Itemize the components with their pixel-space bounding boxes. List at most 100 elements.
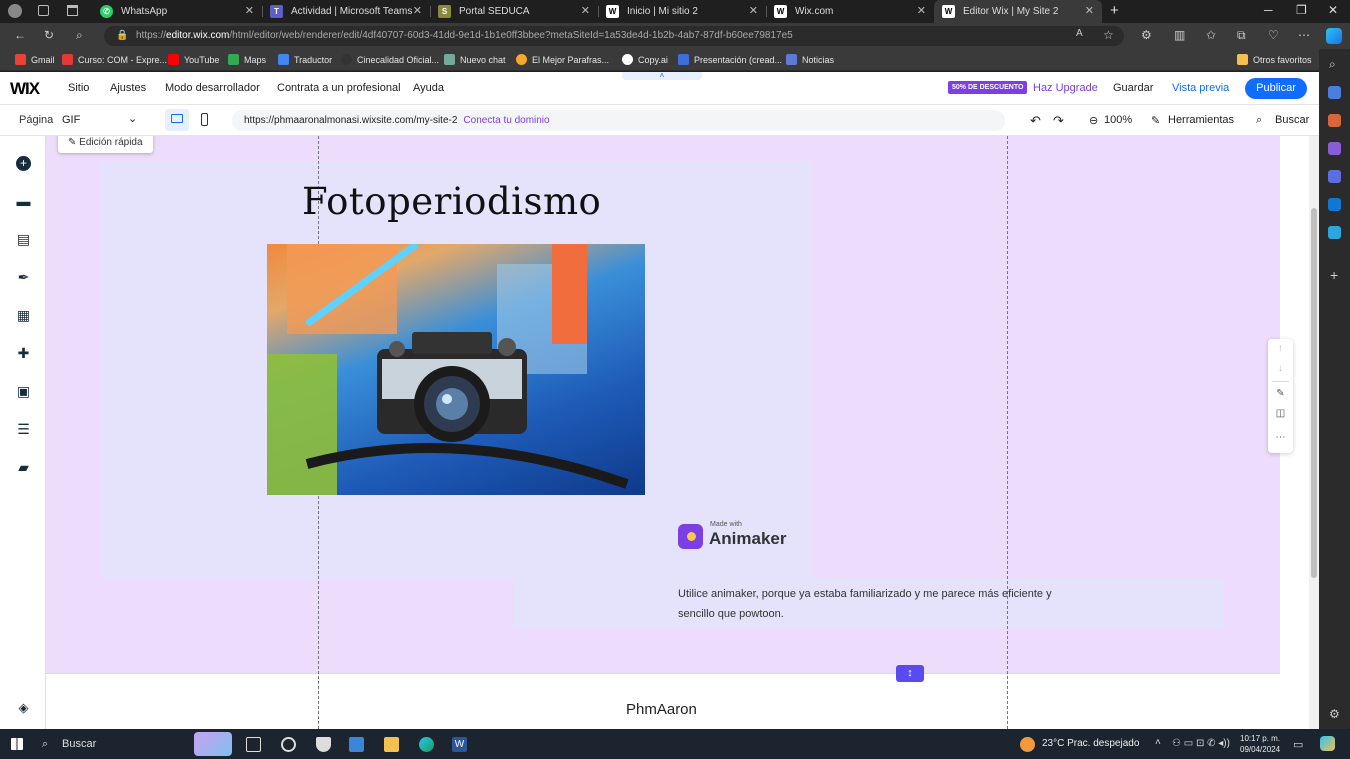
store-icon[interactable] xyxy=(349,737,364,752)
portfolio-icon[interactable]: ▰ xyxy=(16,460,31,475)
sidebar-copilot-icon[interactable] xyxy=(1328,170,1341,183)
layers-icon[interactable]: ◈ xyxy=(16,700,31,715)
page-select[interactable]: GIF xyxy=(62,114,80,126)
wix-logo[interactable]: WIX xyxy=(10,79,40,99)
bookmark-parafraseador[interactable]: El Mejor Parafras... xyxy=(516,54,609,65)
scrollbar-thumb[interactable] xyxy=(1311,208,1317,578)
tab-editor-wix[interactable]: W Editor Wix | My Site 2 ✕ xyxy=(934,0,1102,23)
search-icon[interactable]: ⌕ xyxy=(1256,114,1262,127)
word-icon[interactable]: W xyxy=(452,737,467,752)
restore-icon[interactable]: ❐ xyxy=(1296,3,1307,17)
move-up-icon[interactable]: ↑ xyxy=(1268,343,1293,354)
new-tab-icon[interactable]: + xyxy=(1110,2,1119,19)
preview-button[interactable]: Vista previa xyxy=(1172,82,1229,94)
section-resize-handle[interactable]: ↕ xyxy=(896,665,924,682)
more-options-icon[interactable]: ⋯ xyxy=(1298,28,1310,42)
copilot-taskbar-icon[interactable] xyxy=(1320,736,1335,751)
sidebar-shopping-icon[interactable] xyxy=(1328,86,1341,99)
windows-start-icon[interactable] xyxy=(11,738,23,750)
chevron-down-icon[interactable]: ⌄ xyxy=(128,112,137,125)
apps-icon[interactable]: ▦ xyxy=(16,308,31,323)
sidebar-add-icon[interactable]: + xyxy=(1330,267,1338,283)
upgrade-link[interactable]: Haz Upgrade xyxy=(1033,82,1098,94)
bookmark-maps[interactable]: Maps xyxy=(228,54,266,65)
sidebar-outlook-icon[interactable] xyxy=(1328,198,1341,211)
window-close-icon[interactable]: ✕ xyxy=(1328,3,1338,17)
save-button[interactable]: Guardar xyxy=(1113,82,1153,94)
camera-photo[interactable] xyxy=(267,244,645,495)
bookmark-noticias[interactable]: Noticias xyxy=(786,54,834,65)
tray-chevron-icon[interactable]: ˄ xyxy=(1155,737,1161,748)
description-text[interactable]: Utilice animaker, porque ya estaba famil… xyxy=(678,584,1078,624)
publish-button[interactable]: Publicar xyxy=(1245,78,1307,99)
taskbar-clock[interactable]: 10:17 p. m. 09/04/2024 xyxy=(1240,733,1280,755)
menu-sitio[interactable]: Sitio xyxy=(68,82,89,94)
workspaces-icon[interactable] xyxy=(38,5,49,16)
move-down-icon[interactable]: ↓ xyxy=(1268,363,1293,374)
tools-icon[interactable]: ✎ xyxy=(1151,114,1160,127)
edit-pencil-icon[interactable]: ✎ xyxy=(1268,388,1293,399)
tab-actions-icon[interactable] xyxy=(67,5,78,16)
sidebar-games-icon[interactable] xyxy=(1328,142,1341,155)
bookmark-gmail[interactable]: Gmail xyxy=(15,54,55,65)
page-title[interactable]: Fotoperiodismo xyxy=(302,180,601,223)
minimize-icon[interactable]: ─ xyxy=(1264,3,1273,17)
tab-whatsapp[interactable]: ✆ WhatsApp ✕ xyxy=(92,0,262,23)
copilot-icon[interactable] xyxy=(1326,28,1342,44)
close-icon[interactable]: ✕ xyxy=(413,4,422,17)
cms-icon[interactable]: ☰ xyxy=(16,422,31,437)
footer-site-name[interactable]: PhmAaron xyxy=(626,701,697,718)
read-aloud-icon[interactable]: A xyxy=(1076,28,1083,39)
bookmark-cinecalidad[interactable]: Cinecalidad Oficial... xyxy=(341,54,439,65)
back-icon[interactable]: ← xyxy=(14,28,26,42)
site-url-field[interactable]: https://phmaaronalmonasi.wixsite.com/my-… xyxy=(232,110,1005,131)
mobile-view-icon[interactable] xyxy=(201,113,208,126)
search-button[interactable]: Buscar xyxy=(1275,114,1309,126)
favorite-star-icon[interactable]: ☆ xyxy=(1103,28,1114,42)
sidebar-telegram-icon[interactable] xyxy=(1328,226,1341,239)
bookmark-traductor[interactable]: Traductor xyxy=(278,54,332,65)
url-input[interactable]: 🔒 https://editor.wix.com/html/editor/web… xyxy=(104,26,1124,46)
collections-icon[interactable]: ⧉ xyxy=(1237,28,1246,43)
extensions-icon[interactable]: ⚙ xyxy=(1141,28,1152,42)
zoom-out-icon[interactable]: ⊖ xyxy=(1089,114,1098,127)
security-icon[interactable] xyxy=(316,737,331,752)
animaker-badge[interactable]: Made with Animaker xyxy=(678,521,798,551)
settings-icon[interactable] xyxy=(281,737,296,752)
zoom-level[interactable]: 100% xyxy=(1104,114,1132,126)
bookmark-copy-ai[interactable]: Copy.ai xyxy=(622,54,668,65)
tools-button[interactable]: Herramientas xyxy=(1168,114,1234,126)
pages-icon[interactable]: ▤ xyxy=(16,232,31,247)
split-screen-icon[interactable]: ▥ xyxy=(1174,28,1185,42)
file-explorer-icon[interactable] xyxy=(384,737,399,752)
sidebar-search-icon[interactable]: ⌕ xyxy=(1329,57,1336,72)
undo-icon[interactable]: ↶ xyxy=(1030,113,1041,129)
redo-icon[interactable]: ↷ xyxy=(1053,113,1064,129)
edge-icon[interactable] xyxy=(419,737,434,752)
menu-ajustes[interactable]: Ajustes xyxy=(110,82,146,94)
tab-mi-sitio[interactable]: W Inicio | Mi sitio 2 ✕ xyxy=(598,0,766,23)
other-favorites-folder[interactable]: Otros favoritos xyxy=(1237,54,1312,65)
more-icon[interactable]: ⋯ xyxy=(1268,432,1293,443)
close-icon[interactable]: ✕ xyxy=(1085,4,1094,17)
sidebar-settings-icon[interactable]: ⚙ xyxy=(1329,707,1340,721)
notifications-icon[interactable]: ▭ xyxy=(1293,738,1303,751)
tab-seduca[interactable]: S Portal SEDUCA ✕ xyxy=(430,0,598,23)
menu-modo-desarrollador[interactable]: Modo desarrollador xyxy=(165,82,260,94)
weather-text[interactable]: 23°C Prac. despejado xyxy=(1042,738,1139,749)
search-icon[interactable]: ⌕ xyxy=(76,28,83,43)
bookmark-curso[interactable]: Curso: COM - Expre... xyxy=(62,54,167,65)
quick-edit-button[interactable]: ✎ Edición rápida xyxy=(58,136,153,153)
sidebar-tools-icon[interactable] xyxy=(1328,114,1341,127)
desktop-view-button[interactable] xyxy=(165,109,189,131)
browser-essentials-icon[interactable]: ♡ xyxy=(1268,28,1279,42)
sections-icon[interactable]: ▬ xyxy=(16,194,31,209)
collapse-toolbar-icon[interactable]: ˄ xyxy=(622,72,702,80)
business-apps-icon[interactable]: ✚ xyxy=(16,346,31,361)
menu-contrata-profesional[interactable]: Contrata a un profesional xyxy=(277,82,401,94)
tray-icons[interactable]: ⚇ ▭ ⊡ ✆ ◂)) xyxy=(1172,738,1230,749)
task-view-icon[interactable] xyxy=(246,737,261,752)
bookmark-presentacion[interactable]: Presentación (cread... xyxy=(678,54,782,65)
layout-icon[interactable]: ◫ xyxy=(1268,408,1293,419)
add-elements-icon[interactable]: + xyxy=(16,156,31,171)
